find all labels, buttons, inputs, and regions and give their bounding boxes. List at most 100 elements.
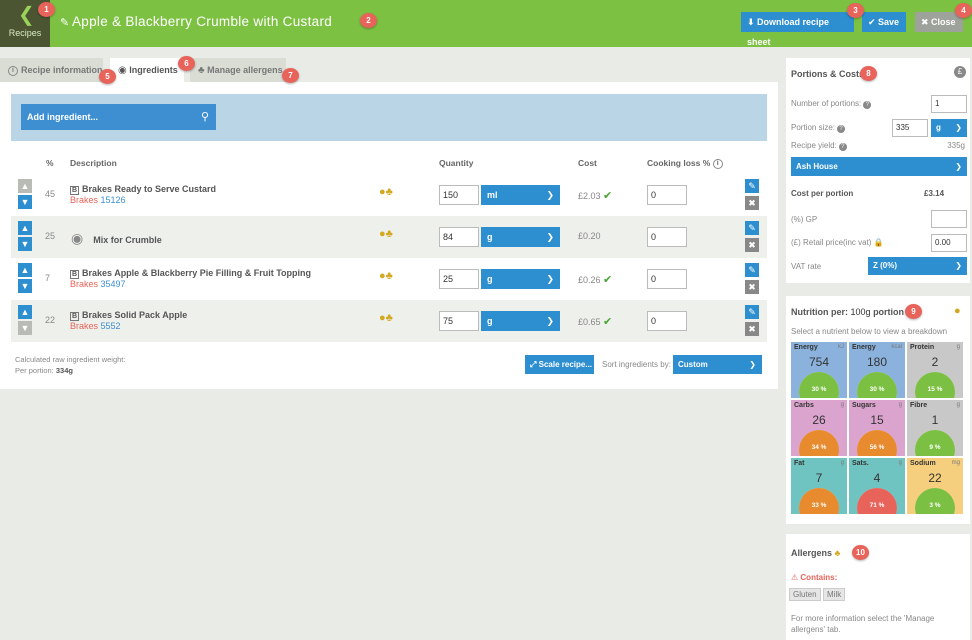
move-down-icon[interactable]: ▼ (18, 279, 32, 293)
cooking-loss-input[interactable]: 0 (647, 269, 687, 289)
nutrient-tile[interactable]: Fibre g 1 9 % (907, 400, 963, 456)
nutrient-tile[interactable]: Sugars g 15 56 % (849, 400, 905, 456)
cooking-loss-input[interactable]: 0 (647, 185, 687, 205)
recipe-title[interactable]: ✎ Apple & Blackberry Crumble with Custard (60, 14, 332, 29)
row-cost: £0.26 ✔ (578, 273, 612, 286)
row-description[interactable]: B Brakes Ready to Serve Custard (70, 184, 216, 195)
edit-icon[interactable]: ✎ (745, 179, 759, 193)
nutrient-tile[interactable]: Energy kJ 754 30 % (791, 342, 847, 398)
quantity-input[interactable]: 75 (439, 311, 479, 331)
nutrient-tile[interactable]: Fat g 7 33 % (791, 458, 847, 514)
allergens-title: Allergens ♣ (791, 548, 840, 558)
supplier-code[interactable]: 15126 (101, 195, 126, 205)
delete-icon[interactable]: ✖ (745, 280, 759, 294)
nutrient-tile[interactable]: Sodium mg 22 3 % (907, 458, 963, 514)
add-ingredient-input[interactable]: Add ingredient... ⚲ (21, 104, 216, 130)
nutrient-unit: g (840, 460, 844, 466)
tab-recipe-information[interactable]: i Recipe information (0, 58, 103, 82)
pencil-icon: ✎ (60, 17, 70, 29)
info-icon[interactable]: i (712, 158, 723, 169)
portion-unit: g (936, 123, 941, 132)
recipe-yield-value: 335g (947, 141, 965, 150)
portions-title: Portions & Costs (791, 69, 865, 79)
move-up-icon: ▲ (18, 179, 32, 193)
sort-value: Custom (678, 360, 708, 369)
gp-input[interactable] (931, 210, 967, 228)
nutrient-tile[interactable]: Carbs g 26 34 % (791, 400, 847, 456)
help-icon[interactable]: ? (838, 143, 847, 151)
quantity-input[interactable]: 84 (439, 227, 479, 247)
row-description[interactable]: B Brakes Apple & Blackberry Pie Filling &… (70, 268, 311, 279)
chevron-left-icon: ❮ (18, 4, 35, 26)
nutrient-value: 754 (808, 355, 830, 369)
cooking-loss-input[interactable]: 0 (647, 311, 687, 331)
unit-select[interactable]: g ❯ (481, 311, 560, 331)
allergen-icons: ●♣ (379, 270, 393, 282)
site-select[interactable]: Ash House ❯ (791, 157, 967, 176)
cost-value: £0.20 (578, 231, 601, 241)
help-icon[interactable]: ? (863, 101, 872, 109)
row-supplier: Brakes 15126 (70, 195, 126, 205)
vat-rate-select[interactable]: Z (0%) ❯ (868, 257, 967, 275)
sort-select[interactable]: Custom ❯ (673, 355, 762, 374)
nutrient-label: Protein (910, 344, 935, 351)
nutrition-header: Nutrition per: 100g portion (791, 307, 904, 317)
tab-ingredients[interactable]: ◉ Ingredients (110, 58, 184, 82)
retail-price-input[interactable]: 0.00 (931, 234, 967, 252)
expand-icon: ⤢ (530, 360, 537, 369)
scale-recipe-button[interactable]: ⤢ Scale recipe... (525, 355, 594, 374)
save-button[interactable]: ✔ Save (862, 12, 906, 32)
ingredients-panel: Add ingredient... ⚲ % Description Quantit… (0, 82, 778, 389)
num-portions-input[interactable]: 1 (931, 95, 967, 113)
row-cost: £0.65 ✔ (578, 315, 612, 328)
tab-label: Recipe information (21, 65, 103, 75)
delete-icon[interactable]: ✖ (745, 322, 759, 336)
row-pct: 22 (45, 315, 56, 325)
unit-value: g (487, 232, 493, 242)
tab-manage-allergens[interactable]: ♣ Manage allergens (190, 58, 286, 82)
allergens-card: Allergens ♣ ⚠ Contains: Gluten Milk For … (786, 534, 970, 640)
supplier-code[interactable]: 35497 (101, 279, 126, 289)
chevron-down-icon: ❯ (955, 261, 962, 270)
nutrition-per-label: Nutrition per: (791, 307, 848, 317)
row-cost: £0.20 (578, 231, 601, 241)
nutrient-label: Sugars (852, 402, 876, 409)
delete-icon[interactable]: ✖ (745, 196, 759, 210)
row-description[interactable]: ◉ Mix for Crumble (71, 230, 162, 247)
edit-icon[interactable]: ✎ (745, 221, 759, 235)
annotation-marker: 9 (905, 304, 922, 319)
unit-select[interactable]: g ❯ (481, 269, 560, 289)
unit-select[interactable]: ml ❯ (481, 185, 560, 205)
allergen-icons: ●♣ (379, 228, 393, 240)
move-down-icon[interactable]: ▼ (18, 195, 32, 209)
nutrition-per-portion[interactable]: portion (873, 307, 904, 317)
tab-label: Ingredients (129, 65, 178, 75)
table-row: ▲ ▼ 25 ◉ Mix for Crumble ●♣ 84 g ❯ £0.20 0… (11, 216, 767, 258)
delete-icon[interactable]: ✖ (745, 238, 759, 252)
move-up-icon[interactable]: ▲ (18, 221, 32, 235)
check-icon: ✔ (603, 190, 613, 202)
supplier-code[interactable]: 5552 (101, 321, 121, 331)
move-up-icon[interactable]: ▲ (18, 305, 32, 319)
download-recipe-sheet-button[interactable]: ⬇ Download recipe sheet (741, 12, 854, 47)
move-up-icon[interactable]: ▲ (18, 263, 32, 277)
nutrient-tile[interactable]: Protein g 2 15 % (907, 342, 963, 398)
move-down-icon[interactable]: ▼ (18, 237, 32, 251)
edit-icon[interactable]: ✎ (745, 263, 759, 277)
portion-unit-select[interactable]: g ❯ (931, 119, 967, 137)
portion-size-input[interactable]: 335 (892, 119, 928, 137)
cooking-loss-input[interactable]: 0 (647, 227, 687, 247)
raw-weight-note: Calculated raw ingredient weight: Per po… (15, 354, 125, 376)
nutrient-tile[interactable]: Sats. g 4 71 % (849, 458, 905, 514)
nutrient-value: 22 (928, 471, 942, 485)
nutrition-per-100g[interactable]: 100g (851, 307, 871, 317)
unit-select[interactable]: g ❯ (481, 227, 560, 247)
row-description[interactable]: B Brakes Solid Pack Apple (70, 310, 187, 321)
nutrient-tile[interactable]: Energy kcal 180 30 % (849, 342, 905, 398)
quantity-input[interactable]: 25 (439, 269, 479, 289)
nutrient-percent: 30 % (811, 386, 827, 393)
edit-icon[interactable]: ✎ (745, 305, 759, 319)
download-label: Download recipe sheet (747, 17, 830, 47)
quantity-input[interactable]: 150 (439, 185, 479, 205)
help-icon[interactable]: ? (837, 125, 846, 133)
